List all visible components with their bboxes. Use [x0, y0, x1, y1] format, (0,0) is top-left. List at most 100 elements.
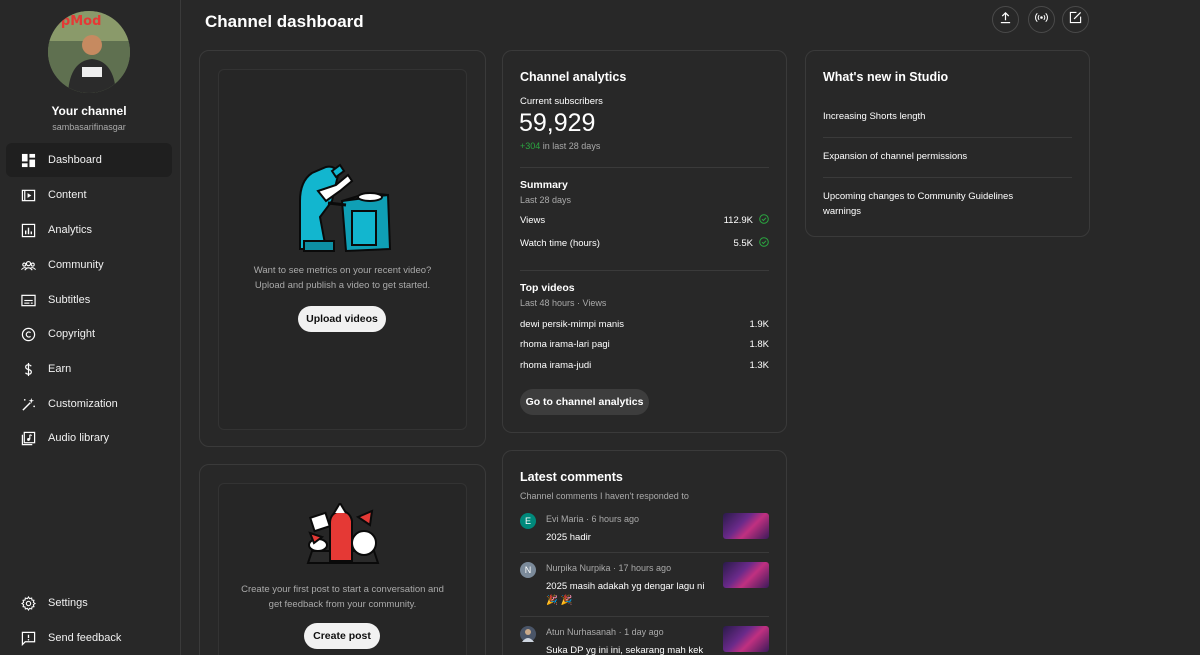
- subtitles-icon: [6, 293, 48, 308]
- sidebar-item-label: Copyright: [48, 328, 96, 340]
- comment-time: 1 day ago: [624, 627, 664, 637]
- comment-item[interactable]: N Nurpika Nurpika · 17 hours ago 2025 ma…: [520, 562, 769, 606]
- sidebar-item-label: Customization: [48, 398, 118, 410]
- video-title: rhoma irama-judi: [520, 360, 592, 371]
- avatar: N: [520, 562, 536, 578]
- video-thumbnail[interactable]: [723, 513, 769, 539]
- sidebar-item-label: Analytics: [48, 224, 93, 236]
- comment-meta: Evi Maria · 6 hours ago: [546, 514, 640, 524]
- comment-author: Evi Maria: [546, 514, 584, 524]
- upload-icon: [999, 11, 1012, 29]
- sidebar-item-content[interactable]: Content: [6, 178, 172, 212]
- subscribers-label: Current subscribers: [520, 96, 603, 107]
- sidebar-item-community[interactable]: Community: [6, 248, 172, 282]
- post-prompt-line-2: get feedback from your community.: [268, 599, 417, 610]
- subscribers-delta-value: +304: [520, 141, 541, 151]
- go-live-button[interactable]: [1028, 6, 1055, 33]
- sidebar-item-earn[interactable]: Earn: [6, 352, 172, 386]
- metric-label: Views: [520, 214, 546, 226]
- metric-label: Watch time (hours): [520, 237, 600, 249]
- video-views: 1.8K: [749, 339, 769, 350]
- sidebar-item-label: Earn: [48, 363, 72, 375]
- summary-period: Last 28 days: [520, 195, 572, 205]
- sidebar-item-analytics[interactable]: Analytics: [6, 213, 172, 247]
- feedback-icon: [6, 631, 48, 646]
- upload-prompt-line-2: Upload and publish a video to get starte…: [254, 280, 431, 291]
- metric-value: 112.9K: [723, 215, 753, 226]
- upload-video-card: Want to see metrics on your recent video…: [199, 50, 486, 447]
- dollar-icon: [6, 362, 48, 377]
- create-post-cta[interactable]: Create post: [304, 623, 380, 649]
- sidebar-item-customization[interactable]: Customization: [6, 387, 172, 421]
- post-illustration: [306, 503, 380, 564]
- upload-videos-button[interactable]: Upload videos: [298, 306, 386, 332]
- comment-text: 2025 hadir: [546, 532, 591, 543]
- page-title: Channel dashboard: [205, 12, 364, 31]
- comment-author: Atun Nurhasanah: [546, 627, 617, 637]
- go-to-analytics-button[interactable]: Go to channel analytics: [520, 389, 649, 415]
- avatar: E: [520, 513, 536, 529]
- sidebar-item-label: Send feedback: [48, 632, 122, 644]
- create-post-button[interactable]: [1062, 6, 1089, 33]
- svg-text:opMod: opMod: [52, 14, 101, 29]
- sidebar-item-label: Settings: [48, 597, 88, 609]
- summary-title: Summary: [520, 179, 568, 191]
- post-prompt-line-1: Create your first post to start a conver…: [241, 584, 444, 595]
- metric-row-watch-time: Watch time (hours) 5.5K: [520, 237, 769, 249]
- create-post-icon: [1069, 11, 1082, 29]
- news-item[interactable]: Expansion of channel permissions: [823, 149, 1072, 164]
- comment-item[interactable]: Atun Nurhasanah · 1 day ago Suka DP yg i…: [520, 626, 769, 655]
- video-thumbnail[interactable]: [723, 562, 769, 588]
- sidebar-item-label: Community: [48, 259, 104, 271]
- video-views: 1.9K: [749, 319, 769, 330]
- video-title: dewi persik-mimpi manis: [520, 319, 624, 330]
- divider: [520, 552, 769, 553]
- sidebar-item-label: Audio library: [48, 432, 110, 444]
- top-video-row[interactable]: dewi persik-mimpi manis 1.9K: [520, 319, 769, 330]
- divider: [823, 177, 1072, 178]
- news-item[interactable]: Increasing Shorts length: [823, 109, 1072, 124]
- sidebar-item-audio-library[interactable]: Audio library: [6, 421, 172, 455]
- divider: [520, 616, 769, 617]
- whats-new-card: What's new in Studio Increasing Shorts l…: [805, 50, 1090, 237]
- create-post-card: Create your first post to start a conver…: [199, 464, 486, 655]
- sidebar-item-settings[interactable]: Settings: [6, 586, 172, 620]
- channel-name: Your channel: [51, 104, 127, 118]
- channel-analytics-card: Channel analytics Current subscribers 59…: [502, 50, 787, 433]
- live-icon: [1035, 11, 1048, 29]
- subscribers-count: 59,929: [519, 109, 596, 137]
- sidebar-item-send-feedback[interactable]: Send feedback: [6, 621, 172, 655]
- comment-meta: Atun Nurhasanah · 1 day ago: [546, 627, 664, 637]
- divider: [520, 167, 769, 168]
- divider: [520, 270, 769, 271]
- copyright-icon: [6, 327, 48, 342]
- whats-new-title: What's new in Studio: [823, 70, 949, 84]
- top-video-row[interactable]: rhoma irama-judi 1.3K: [520, 360, 769, 371]
- channel-avatar[interactable]: opMod: [48, 11, 130, 93]
- comment-author: Nurpika Nurpika: [546, 563, 611, 573]
- comment-item[interactable]: E Evi Maria · 6 hours ago 2025 hadir: [520, 513, 769, 543]
- divider: [823, 137, 1072, 138]
- studio-app: opMod Your channel sambasarifinasgar Das…: [0, 0, 1200, 655]
- sidebar-item-dashboard[interactable]: Dashboard: [6, 143, 172, 177]
- check-circle-icon: [759, 237, 769, 249]
- comment-text: Suka DP yg ini ini, sekarang mah kek: [546, 645, 704, 655]
- top-video-row[interactable]: rhoma irama-lari pagi 1.8K: [520, 339, 769, 350]
- upload-illustration: [299, 163, 392, 253]
- metric-value: 5.5K: [733, 238, 753, 249]
- video-thumbnail[interactable]: [723, 626, 769, 652]
- channel-handle: sambasarifinasgar: [52, 122, 126, 132]
- subscribers-delta: +304 in last 28 days: [520, 141, 600, 151]
- sidebar-item-subtitles[interactable]: Subtitles: [6, 283, 172, 317]
- news-item[interactable]: Upcoming changes to Community Guidelines…: [823, 189, 1038, 219]
- sidebar-item-label: Subtitles: [48, 294, 91, 306]
- sidebar-item-label: Content: [48, 189, 87, 201]
- audio-library-icon: [6, 431, 48, 446]
- analytics-icon: [6, 223, 48, 238]
- upload-button[interactable]: [992, 6, 1019, 33]
- sidebar-item-copyright[interactable]: Copyright: [6, 317, 172, 351]
- metric-row-views: Views 112.9K: [520, 214, 769, 226]
- content-icon: [6, 188, 48, 203]
- check-circle-icon: [759, 214, 769, 226]
- subscribers-delta-period: in last 28 days: [540, 141, 601, 151]
